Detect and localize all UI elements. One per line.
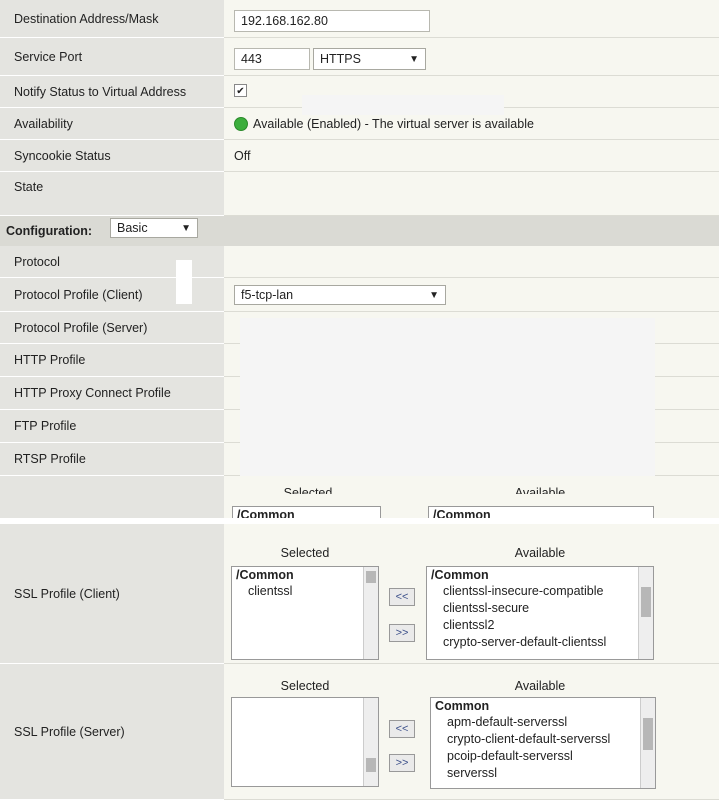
http-proxy-connect-profile-label: HTTP Proxy Connect Profile (0, 377, 224, 410)
service-port-protocol-select[interactable]: HTTPS ▼ (313, 48, 426, 70)
move-left-button[interactable]: << (389, 588, 415, 606)
ssl-client-selected-header: Selected (280, 546, 330, 560)
redacted-area (176, 260, 192, 304)
chevron-down-icon: ▼ (429, 289, 439, 301)
ssl-server-selected-header: Selected (280, 679, 330, 693)
ssl-client-available-listbox[interactable]: /Common clientssl-insecure-compatible cl… (426, 566, 654, 660)
scrollbar-thumb[interactable] (366, 758, 376, 772)
syncookie-label: Syncookie Status (0, 140, 224, 172)
partial-selected-header: Selected (283, 486, 333, 494)
list-item[interactable]: clientssl-insecure-compatible (427, 583, 653, 600)
status-available-icon (234, 116, 248, 131)
scrollbar[interactable] (640, 698, 655, 788)
scrollbar-thumb[interactable] (641, 587, 651, 617)
move-right-button[interactable]: >> (389, 754, 415, 772)
ssl-server-available-listbox[interactable]: Common apm-default-serverssl crypto-clie… (430, 697, 656, 789)
notify-checkbox[interactable]: ✔ (234, 84, 247, 97)
scrollbar-thumb[interactable] (366, 571, 376, 583)
list-item[interactable]: apm-default-serverssl (431, 714, 655, 731)
list-item[interactable]: crypto-client-default-serverssl (431, 731, 655, 748)
list-item[interactable]: crypto-server-default-clientssl (427, 634, 653, 651)
redacted-area (240, 318, 655, 494)
list-item[interactable]: clientssl-secure (427, 600, 653, 617)
scrollbar[interactable] (638, 567, 653, 659)
chevron-down-icon: ▼ (181, 222, 191, 234)
rtsp-profile-label: RTSP Profile (0, 443, 224, 476)
destination-address-input[interactable]: 192.168.162.80 (234, 10, 430, 32)
ssl-profile-server-label: SSL Profile (Server) (0, 664, 224, 800)
redacted-area (302, 95, 504, 115)
list-item[interactable]: pcoip-default-serverssl (431, 748, 655, 765)
partial-label-cell (0, 476, 224, 522)
syncookie-value: Off (234, 148, 251, 163)
ftp-profile-label: FTP Profile (0, 410, 224, 443)
list-item[interactable]: serverssl (431, 765, 655, 782)
syncookie-row: Off (224, 140, 719, 172)
destination-label: Destination Address/Mask (0, 0, 224, 38)
state-label: State (0, 172, 224, 216)
availability-label: Availability (0, 108, 224, 140)
chevron-down-icon: ▼ (409, 53, 419, 65)
notify-label: Notify Status to Virtual Address (0, 76, 224, 108)
configuration-label: Configuration: (6, 224, 93, 238)
ssl-server-available-header: Available (514, 679, 566, 693)
ssl-client-available-header: Available (514, 546, 566, 560)
protocol-profile-client-select[interactable]: f5-tcp-lan ▼ (234, 285, 446, 305)
state-row (224, 172, 719, 216)
protocol-profile-server-label: Protocol Profile (Server) (0, 312, 224, 344)
move-left-button[interactable]: << (389, 720, 415, 738)
protocol-row (224, 246, 719, 278)
service-port-input[interactable]: 443 (234, 48, 310, 70)
move-right-button[interactable]: >> (389, 624, 415, 642)
scrollbar-thumb[interactable] (643, 718, 653, 750)
scrollbar[interactable] (363, 698, 378, 786)
http-profile-label: HTTP Profile (0, 344, 224, 377)
configuration-bar (0, 216, 719, 247)
scrollbar[interactable] (363, 567, 378, 659)
redacted-area (300, 586, 360, 622)
configuration-mode-select[interactable]: Basic ▼ (110, 218, 198, 238)
ssl-profile-client-label: SSL Profile (Client) (0, 524, 224, 664)
partial-available-header: Available (514, 486, 566, 494)
availability-value: Available (Enabled) - The virtual server… (253, 116, 534, 131)
list-item[interactable]: clientssl2 (427, 617, 653, 634)
ssl-server-selected-listbox[interactable] (231, 697, 379, 787)
service-port-label: Service Port (0, 38, 224, 76)
